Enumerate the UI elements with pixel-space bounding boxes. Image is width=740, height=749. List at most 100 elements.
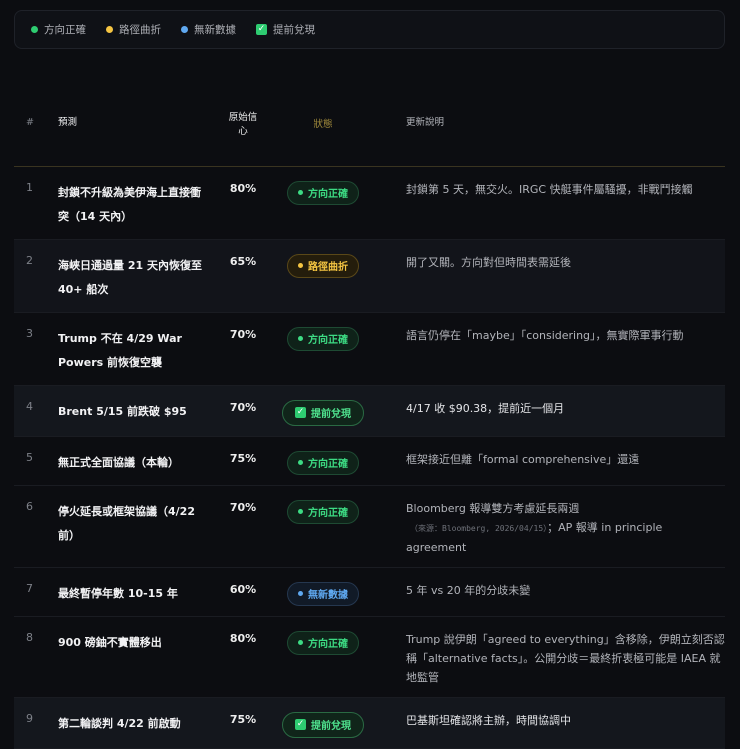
update-text: 框架接近但離「formal comprehensive」還遠 [406, 452, 640, 466]
update-text: 語言仍停在「maybe」「considering」，無實際軍事行動 [406, 328, 684, 342]
confidence-value: 80% [208, 166, 278, 240]
header-prediction: 預測 [58, 80, 208, 167]
status-badge: 方向正確 [287, 630, 359, 655]
prediction-text: 第二輪談判 4/22 前啟動 [58, 697, 208, 749]
update-text: 巴基斯坦確認將主辦，時間協調中 [406, 713, 571, 727]
confidence-value: 70% [208, 485, 278, 568]
table-row: 7 最終暫停年數 10-15 年 60% 無新數據 5 年 vs 20 年的分歧… [14, 567, 725, 617]
prediction-text: Brent 5/15 前跌破 $95 [58, 385, 208, 437]
status-badge: 方向正確 [287, 450, 359, 475]
row-number: 1 [14, 166, 58, 240]
status-badge: 方向正確 [287, 326, 359, 351]
status-cell: 方向正確 [278, 485, 368, 568]
status-dot-icon [31, 26, 38, 33]
update-cell: 開了又關。方向對但時間表需延後 [368, 239, 725, 313]
table-header: # 預測 原始信心 狀態 更新說明 [14, 80, 725, 167]
checkbox-check-icon: ✓ [295, 407, 306, 418]
header-confidence: 原始信心 [208, 80, 278, 167]
update-text: Trump 說伊朗「agreed to everything」含移除，伊朗立刻否… [406, 632, 725, 684]
status-dot-icon [181, 26, 188, 33]
status-badge: 方向正確 [287, 180, 359, 205]
legend-item: 無新數據 [181, 22, 236, 37]
legend-item: ✓ 提前兌現 [256, 22, 315, 37]
status-cell: 路徑曲折 [278, 239, 368, 313]
update-cell: 框架接近但離「formal comprehensive」還遠 [368, 436, 725, 486]
prediction-text: 無正式全面協議（本輪） [58, 436, 208, 486]
status-dot-icon [298, 460, 303, 465]
status-label: 提前兌現 [311, 409, 351, 420]
status-cell: 方向正確 [278, 616, 368, 698]
update-text: 4/17 收 $90.38，提前近一個月 [406, 401, 565, 415]
update-cell: 5 年 vs 20 年的分歧未變 [368, 567, 725, 617]
row-number: 2 [14, 239, 58, 313]
table-row: 3 Trump 不在 4/29 War Powers 前恢復空襲 70% 方向正… [14, 312, 725, 386]
status-dot-icon [298, 190, 303, 195]
prediction-text: 封鎖不升級為美伊海上直接衝突（14 天內） [58, 166, 208, 240]
table-row: 1 封鎖不升級為美伊海上直接衝突（14 天內） 80% 方向正確 封鎖第 5 天… [14, 166, 725, 240]
source-note: （來源：Bloomberg, 2026/04/15） [410, 523, 548, 533]
checkbox-check-icon: ✓ [295, 719, 306, 730]
row-number: 9 [14, 697, 58, 749]
table-row: 5 無正式全面協議（本輪） 75% 方向正確 框架接近但離「formal com… [14, 436, 725, 486]
header-status: 狀態 [278, 80, 368, 167]
header-num: # [14, 80, 58, 167]
update-cell: 封鎖第 5 天，無交火。IRGC 快艇事件屬騷擾，非戰鬥接觸 [368, 166, 725, 240]
update-text: 封鎖第 5 天，無交火。IRGC 快艇事件屬騷擾，非戰鬥接觸 [406, 182, 693, 196]
status-cell: 方向正確 [278, 436, 368, 486]
row-number: 6 [14, 485, 58, 568]
prediction-text: 最終暫停年數 10-15 年 [58, 567, 208, 617]
prediction-text: 900 磅鈾不實體移出 [58, 616, 208, 698]
prediction-text: Trump 不在 4/29 War Powers 前恢復空襲 [58, 312, 208, 386]
row-number: 5 [14, 436, 58, 486]
checkbox-check-icon: ✓ [256, 24, 267, 35]
prediction-text: 停火延長或框架協議（4/22 前） [58, 485, 208, 568]
status-badge: 方向正確 [287, 499, 359, 524]
status-badge: ✓ 提前兌現 [282, 711, 364, 738]
status-dot-icon [298, 263, 303, 268]
update-text: 5 年 vs 20 年的分歧未變 [406, 583, 531, 597]
row-number: 4 [14, 385, 58, 437]
table-row: 2 海峽日通過量 21 天內恢復至 40+ 船次 65% 路徑曲折 開了又關。方… [14, 239, 725, 313]
legend-label: 提前兌現 [273, 24, 315, 36]
status-dot-icon [298, 509, 303, 514]
confidence-value: 80% [208, 616, 278, 698]
confidence-value: 60% [208, 567, 278, 617]
status-label: 方向正確 [308, 508, 348, 519]
status-label: 提前兌現 [311, 721, 351, 732]
table-row: 8 900 磅鈾不實體移出 80% 方向正確 Trump 說伊朗「agreed … [14, 616, 725, 698]
update-cell: 語言仍停在「maybe」「considering」，無實際軍事行動 [368, 312, 725, 386]
predictions-table: # 預測 原始信心 狀態 更新說明 1 封鎖不升級為美伊海上直接衝突（14 天內… [14, 80, 725, 749]
status-cell: ✓ 提前兌現 [278, 697, 368, 749]
status-dot-icon [298, 640, 303, 645]
status-cell: 方向正確 [278, 166, 368, 240]
confidence-value: 70% [208, 385, 278, 437]
update-cell: Bloomberg 報導雙方考慮延長兩週 （來源：Bloomberg, 2026/… [368, 485, 725, 568]
confidence-value: 75% [208, 697, 278, 749]
status-label: 方向正確 [308, 459, 348, 470]
confidence-value: 75% [208, 436, 278, 486]
table-row: 6 停火延長或框架協議（4/22 前） 70% 方向正確 Bloomberg 報… [14, 485, 725, 568]
header-update: 更新說明 [368, 80, 725, 167]
update-cell: Trump 說伊朗「agreed to everything」含移除，伊朗立刻否… [368, 616, 725, 698]
status-label: 方向正確 [308, 639, 348, 650]
legend-item: 路徑曲折 [106, 22, 161, 37]
status-label: 無新數據 [308, 590, 348, 601]
status-dot-icon [298, 591, 303, 596]
status-cell: ✓ 提前兌現 [278, 385, 368, 437]
status-label: 方向正確 [308, 189, 348, 200]
confidence-value: 65% [208, 239, 278, 313]
table-row: 4 Brent 5/15 前跌破 $95 70% ✓ 提前兌現 4/17 收 $9… [14, 385, 725, 437]
status-label: 路徑曲折 [308, 262, 348, 273]
legend-label: 方向正確 [44, 24, 86, 36]
update-cell: 巴基斯坦確認將主辦，時間協調中 [368, 697, 725, 749]
status-badge: 路徑曲折 [287, 253, 359, 278]
status-label: 方向正確 [308, 335, 348, 346]
status-cell: 方向正確 [278, 312, 368, 386]
status-cell: 無新數據 [278, 567, 368, 617]
table-row: 9 第二輪談判 4/22 前啟動 75% ✓ 提前兌現 巴基斯坦確認將主辦，時間協… [14, 697, 725, 749]
legend-item: 方向正確 [31, 22, 86, 37]
row-number: 8 [14, 616, 58, 698]
status-dot-icon [106, 26, 113, 33]
status-legend: 方向正確 路徑曲折 無新數據 ✓ 提前兌現 [14, 10, 725, 49]
legend-label: 路徑曲折 [119, 24, 161, 36]
